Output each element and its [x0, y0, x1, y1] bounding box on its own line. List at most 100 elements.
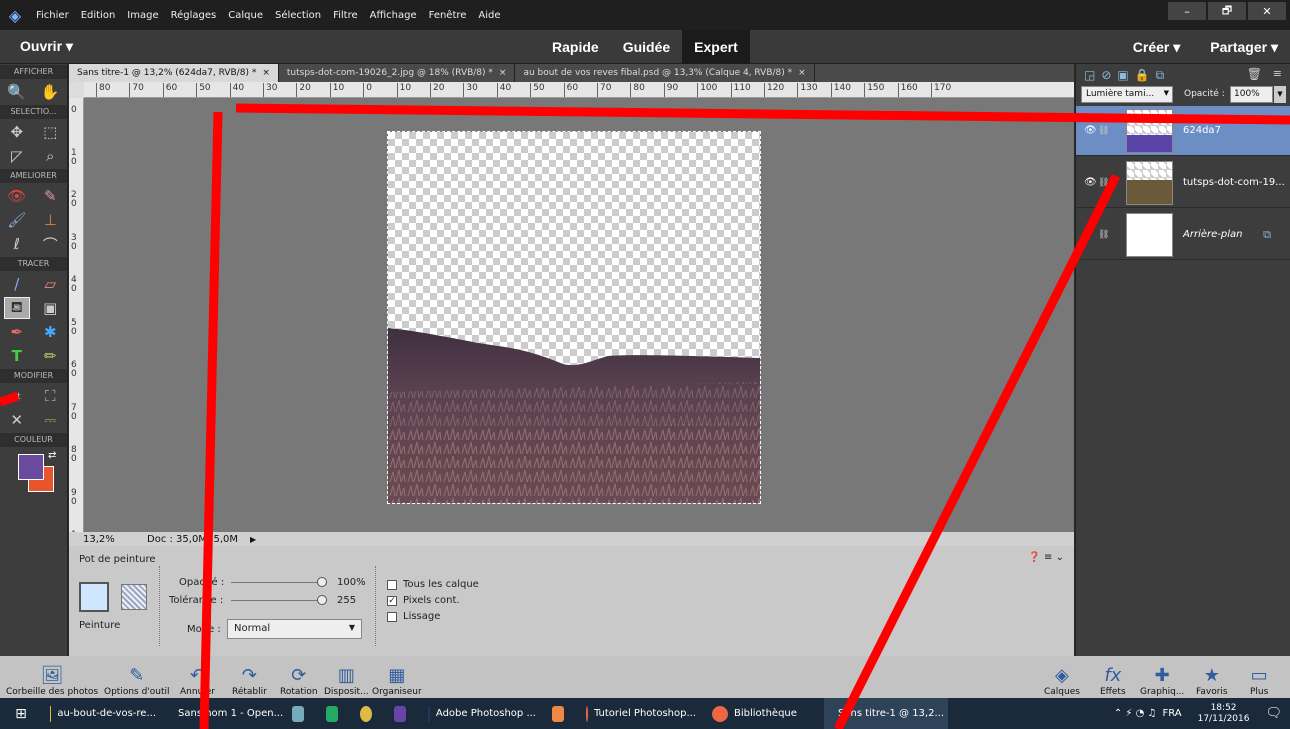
eyedropper-tool-icon[interactable]: ✒: [4, 321, 30, 343]
opacity-slider[interactable]: [231, 582, 321, 583]
straighten-tool-icon[interactable]: ⎓: [37, 409, 63, 431]
move-tool-icon[interactable]: ✥: [4, 121, 30, 143]
close-button[interactable]: ✕: [1248, 2, 1286, 20]
effects-button[interactable]: fx Effets: [1100, 656, 1126, 698]
photo-bin-button[interactable]: 🖼 Corbeille des photos: [6, 656, 98, 698]
link-icon[interactable]: ⛓: [1098, 126, 1109, 136]
crop-tool-icon[interactable]: ⌗: [4, 385, 30, 407]
menu-filtre[interactable]: Filtre: [333, 10, 358, 21]
layer-row[interactable]: ⛓ Arrière-plan ⧉: [1076, 210, 1290, 260]
close-tab-icon[interactable]: ×: [798, 68, 806, 78]
tab-au-bout-de-vos-reves[interactable]: au bout de vos reves fibal.psd @ 13,3% (…: [515, 64, 815, 82]
contiguous-checkbox[interactable]: ✓: [387, 596, 397, 606]
tool-options-button[interactable]: ✎ Options d'outil: [104, 656, 170, 698]
layout-button[interactable]: ▥ Disposit...: [324, 656, 369, 698]
paint-bucket-tool-icon[interactable]: ⛾: [3, 297, 30, 319]
clock[interactable]: 18:52 17/11/2016: [1190, 698, 1258, 729]
taskbar-pin[interactable]: [318, 698, 352, 729]
taskbar-pin[interactable]: [284, 698, 318, 729]
all-layers-checkbox[interactable]: [387, 580, 397, 590]
text-tool-icon[interactable]: T: [4, 345, 30, 367]
more-button[interactable]: ▭ Plus: [1250, 656, 1268, 698]
sponge-tool-icon[interactable]: ⌒: [37, 233, 63, 255]
notifications-icon[interactable]: 🗨: [1257, 698, 1290, 729]
blur-tool-icon[interactable]: ℓ: [4, 233, 30, 255]
opacity-slider-handle[interactable]: [317, 577, 327, 587]
zoom-tool-icon[interactable]: 🔍: [4, 81, 30, 103]
layer-name[interactable]: tutsps-dot-com-19...: [1183, 177, 1285, 188]
paint-fill-option-icon[interactable]: [79, 582, 109, 612]
menu-affichage[interactable]: Affichage: [370, 10, 417, 21]
layer-name[interactable]: Arrière-plan: [1183, 229, 1242, 240]
tolerance-slider[interactable]: [231, 600, 321, 601]
clone-stamp-tool-icon[interactable]: ⊥: [37, 209, 63, 231]
layer-name[interactable]: 624da7: [1183, 125, 1221, 136]
taskbar-item[interactable]: Sans titre-1 @ 13,2...: [824, 698, 948, 729]
layer-opacity-dropdown-icon[interactable]: ▼: [1274, 86, 1286, 103]
maximize-button[interactable]: 🗗: [1208, 2, 1246, 20]
taskbar-item[interactable]: Sans nom 1 - Open...: [164, 698, 284, 729]
smooth-checkbox[interactable]: [387, 612, 397, 622]
minimize-button[interactable]: –: [1168, 2, 1206, 20]
visibility-eye-icon[interactable]: 👁: [1084, 125, 1097, 136]
share-button[interactable]: Partager ▾: [1210, 39, 1278, 56]
organizer-button[interactable]: ▦ Organiseur: [372, 656, 422, 698]
pattern-fill-option-icon[interactable]: [121, 584, 147, 610]
quick-selection-tool-icon[interactable]: ⌕: [37, 145, 63, 167]
status-arrow-icon[interactable]: ▶: [250, 535, 256, 544]
swap-colors-icon[interactable]: ⇄: [48, 450, 56, 461]
redo-button[interactable]: ↷ Rétablir: [232, 656, 267, 698]
blend-mode-select[interactable]: Normal ▼: [227, 619, 362, 639]
undo-button[interactable]: ↶ Annuler: [180, 656, 215, 698]
taskbar-pin[interactable]: [544, 698, 578, 729]
link-icon[interactable]: ⛓: [1098, 178, 1109, 188]
taskbar-pin[interactable]: [386, 698, 420, 729]
gradient-tool-icon[interactable]: ▣: [37, 297, 63, 319]
options-menu-icon[interactable]: ❓ ≡ ⌄: [1028, 552, 1064, 563]
favorites-button[interactable]: ★ Favoris: [1196, 656, 1228, 698]
layer-row[interactable]: 👁 ⛓ 624da7: [1076, 106, 1290, 156]
layer-row[interactable]: 👁 ⛓ tutsps-dot-com-19...: [1076, 158, 1290, 208]
eraser-tool-icon[interactable]: ▱: [37, 273, 63, 295]
menu-aide[interactable]: Aide: [478, 10, 500, 21]
language-indicator[interactable]: FRA: [1162, 708, 1181, 719]
brush-tool-icon[interactable]: /: [4, 273, 30, 295]
visibility-eye-icon[interactable]: 👁: [1084, 177, 1097, 188]
delete-layer-icon[interactable]: 🗑: [1247, 67, 1262, 81]
recompose-tool-icon[interactable]: ⛶: [37, 385, 63, 407]
spot-healing-tool-icon[interactable]: ✎: [37, 185, 63, 207]
tab-sans-titre-1[interactable]: Sans titre-1 @ 13,2% (624da7, RVB/8) * ×: [69, 64, 279, 82]
close-tab-icon[interactable]: ×: [499, 68, 507, 78]
hand-tool-icon[interactable]: ✋: [37, 81, 63, 103]
mode-guidee-tab[interactable]: Guidée: [611, 30, 682, 64]
start-button[interactable]: ⊞: [0, 698, 42, 729]
mode-rapide-tab[interactable]: Rapide: [540, 30, 611, 64]
menu-image[interactable]: Image: [127, 10, 158, 21]
opacity-value[interactable]: 100%: [337, 577, 366, 588]
lasso-tool-icon[interactable]: ◸: [4, 145, 30, 167]
smart-brush-tool-icon[interactable]: 🖌: [4, 209, 30, 231]
marquee-tool-icon[interactable]: ⬚: [37, 121, 63, 143]
tolerance-slider-handle[interactable]: [317, 595, 327, 605]
system-tray[interactable]: ⌃ ⚡ ◔ ♫ FRA: [1106, 698, 1190, 729]
foreground-color-swatch[interactable]: [18, 454, 44, 480]
layer-blend-select[interactable]: Lumière tami... ▼: [1081, 86, 1173, 103]
open-button[interactable]: Ouvrir ▾: [20, 38, 73, 55]
create-button[interactable]: Créer ▾: [1133, 39, 1181, 56]
tolerance-value[interactable]: 255: [337, 595, 356, 606]
panel-menu-icon[interactable]: ≡: [1273, 67, 1282, 80]
rotate-button[interactable]: ⟳ Rotation: [280, 656, 318, 698]
document-canvas[interactable]: [387, 131, 761, 504]
taskbar-item[interactable]: au-bout-de-vos-re...: [42, 698, 164, 729]
taskbar-pin[interactable]: [352, 698, 386, 729]
taskbar-item[interactable]: Tutoriel Photoshop...: [578, 698, 704, 729]
link-icon[interactable]: ⛓: [1098, 230, 1109, 240]
pencil-tool-icon[interactable]: ✏: [37, 345, 63, 367]
taskbar-item[interactable]: Bibliothèque: [704, 698, 824, 729]
zoom-level[interactable]: 13,2%: [83, 534, 143, 545]
layers-panel-button[interactable]: ◈ Calques: [1044, 656, 1080, 698]
custom-shape-tool-icon[interactable]: ✱: [37, 321, 63, 343]
mode-expert-tab[interactable]: Expert: [682, 30, 750, 64]
graphics-button[interactable]: ✚ Graphiq...: [1140, 656, 1184, 698]
close-tab-icon[interactable]: ×: [262, 68, 270, 78]
